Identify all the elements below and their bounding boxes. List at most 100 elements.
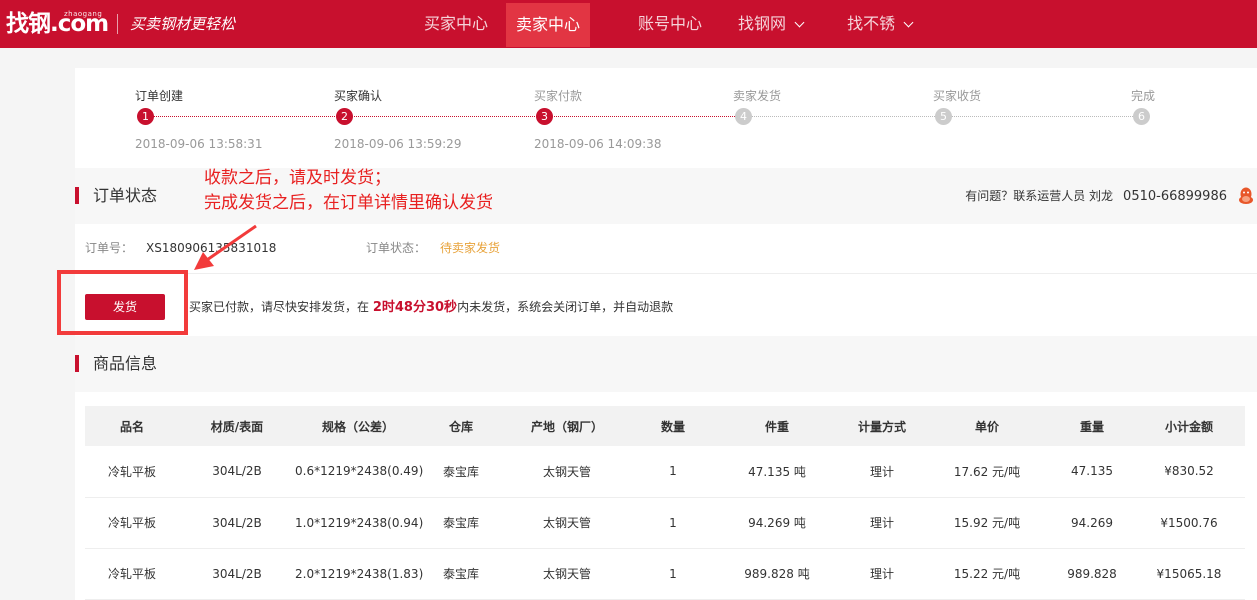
contact-info: 有问题？联系运营人员 刘龙 0510-66899986 [965,187,1227,206]
order-status-label: 订单状态： [366,241,427,255]
table-cell: 太钢天管 [542,464,591,479]
table-cell: 理计 [869,567,894,581]
main-nav: 买家中心 卖家中心 账号中心 找钢网 找不锈 [406,0,930,48]
section-title: 订单状态 [93,186,158,205]
table-row: 冷轧平板 304L/2B 2.0*1219*2438(1.83) 泰宝库 太钢天… [85,548,1245,599]
table-cell: 2.0*1219*2438(1.83) [295,566,424,581]
site-logo[interactable]: 找钢.com zhaogang [6,9,109,39]
table-cell: 15.92 元/吨 [953,516,1021,530]
table-cell: 15.22 元/吨 [953,567,1021,581]
step-label: 完成 [1131,89,1156,103]
logo-subtext: zhaogang [64,10,103,18]
contact-phone: 0510-66899986 [1123,189,1227,204]
column-header: 计量方式 [857,419,906,434]
annotation-line: 完成发货之后，在订单详情里确认发货 [204,193,493,213]
goods-table-wrap: 品名 材质/表面 规格（公差） 仓库 产地（钢厂） 数量 件重 计量方式 单价 … [85,406,1245,600]
step-label: 卖家发货 [733,89,782,103]
qq-penguin-icon[interactable] [1238,187,1254,205]
annotation-line: 收款之后，请及时发货； [204,168,391,188]
order-no-label: 订单号： [85,241,134,255]
table-row: 冷轧平板 304L/2B 0.6*1219*2438(0.49) 泰宝库 太钢天… [85,446,1245,497]
order-info-row: 订单号： XS180906135831018 订单状态： 待卖家发货 [75,224,1257,274]
notice-text: 买家已付款，请尽快安排发货，在 [189,300,373,314]
step-number: 2 [336,108,353,125]
annotation-highlight-box [57,270,188,335]
progress-line [145,116,743,117]
goods-info-header: 商品信息 [75,336,1257,392]
step-number: 3 [536,108,553,125]
table-cell: ¥830.52 [1164,464,1214,479]
table-cell: 989.828 [1067,566,1117,581]
order-no-value: XS180906135831018 [146,241,277,255]
step-time: 2018-09-06 13:58:31 [135,137,263,151]
nav-label: 找不锈 [847,14,896,33]
notice-text: 内未发货，系统会关闭订单，并自动退款 [457,300,674,314]
column-header: 重量 [1079,419,1104,434]
table-cell: 1.0*1219*2438(0.94) [295,515,424,530]
table-cell: 1 [669,566,677,581]
nav-account-center[interactable]: 账号中心 [620,0,720,48]
step-number: 5 [935,108,952,125]
annotation-text: 收款之后，请及时发货； 完成发货之后，在订单详情里确认发货 [204,166,493,216]
table-cell: 太钢天管 [542,516,591,530]
nav-seller-center[interactable]: 卖家中心 [506,3,591,47]
step-time: 2018-09-06 14:09:38 [534,137,662,151]
table-cell: 94.269 [1071,515,1113,530]
table-cell: 太钢天管 [542,567,591,581]
nav-zhaobuxiu[interactable]: 找不锈 [829,0,930,48]
section-accent-bar [75,355,79,372]
section-accent-bar [75,187,79,204]
column-header: 小计金额 [1164,419,1213,434]
nav-label: 买家中心 [424,14,489,33]
table-cell: 冷轧平板 [107,464,156,479]
nav-label: 卖家中心 [516,15,581,34]
column-header: 数量 [660,419,685,434]
column-header: 件重 [764,419,789,434]
table-cell: ¥15065.18 [1156,566,1222,581]
ship-action-row: 发货 买家已付款，请尽快安排发货，在 2时48分30秒内未发货，系统会关闭订单，… [75,274,1257,336]
table-cell: 泰宝库 [442,516,479,530]
nav-label: 账号中心 [638,14,703,33]
top-navbar: 找钢.com zhaogang 买卖钢材更轻松 买家中心 卖家中心 账号中心 找… [0,0,1257,48]
table-cell: 理计 [869,464,894,479]
table-cell: 0.6*1219*2438(0.49) [295,464,424,479]
table-cell: 理计 [869,516,894,530]
column-header: 单价 [974,419,999,434]
order-detail-panel: 订单创建 1 2018-09-06 13:58:31 买家确认 2 2018-0… [75,68,1257,600]
contact-text: 有问题？联系运营人员 刘龙 [965,189,1114,203]
column-header: 仓库 [448,419,473,434]
table-cell: 989.828 吨 [744,567,810,581]
table-cell: 47.135 吨 [748,464,806,479]
table-cell: 304L/2B [212,464,262,479]
order-status-value: 待卖家发货 [440,241,501,255]
step-label: 买家收货 [933,89,982,103]
table-cell: 冷轧平板 [107,567,156,581]
column-header: 规格（公差） [321,419,394,434]
site-slogan: 买卖钢材更轻松 [130,15,236,33]
table-row: 冷轧平板 304L/2B 1.0*1219*2438(0.94) 泰宝库 太钢天… [85,497,1245,548]
table-cell: 304L/2B [212,515,262,530]
table-cell: 17.62 元/吨 [953,464,1021,479]
goods-table: 品名 材质/表面 规格（公差） 仓库 产地（钢厂） 数量 件重 计量方式 单价 … [85,406,1245,600]
table-cell: 1 [669,464,677,479]
table-cell: 94.269 吨 [748,516,806,530]
step-number: 6 [1133,108,1150,125]
order-progress: 订单创建 1 2018-09-06 13:58:31 买家确认 2 2018-0… [75,68,1257,168]
chevron-down-icon [794,17,805,28]
table-cell: ¥1500.76 [1160,515,1218,530]
table-cell: 47.135 [1071,464,1113,479]
step-time: 2018-09-06 13:59:29 [334,137,462,151]
step-number: 1 [137,108,154,125]
section-title: 商品信息 [93,354,158,373]
nav-buyer-center[interactable]: 买家中心 [406,0,506,48]
table-cell: 泰宝库 [442,464,479,479]
column-header: 产地（钢厂） [530,419,603,434]
chevron-down-icon [903,17,914,28]
table-cell: 冷轧平板 [107,516,156,530]
nav-label: 找钢网 [738,14,787,33]
column-header: 品名 [119,419,144,434]
nav-zhaogang[interactable]: 找钢网 [720,0,821,48]
ship-notice: 买家已付款，请尽快安排发货，在 2时48分30秒内未发货，系统会关闭订单，并自动… [189,298,673,317]
step-label: 买家付款 [534,89,583,103]
step-number: 4 [735,108,752,125]
